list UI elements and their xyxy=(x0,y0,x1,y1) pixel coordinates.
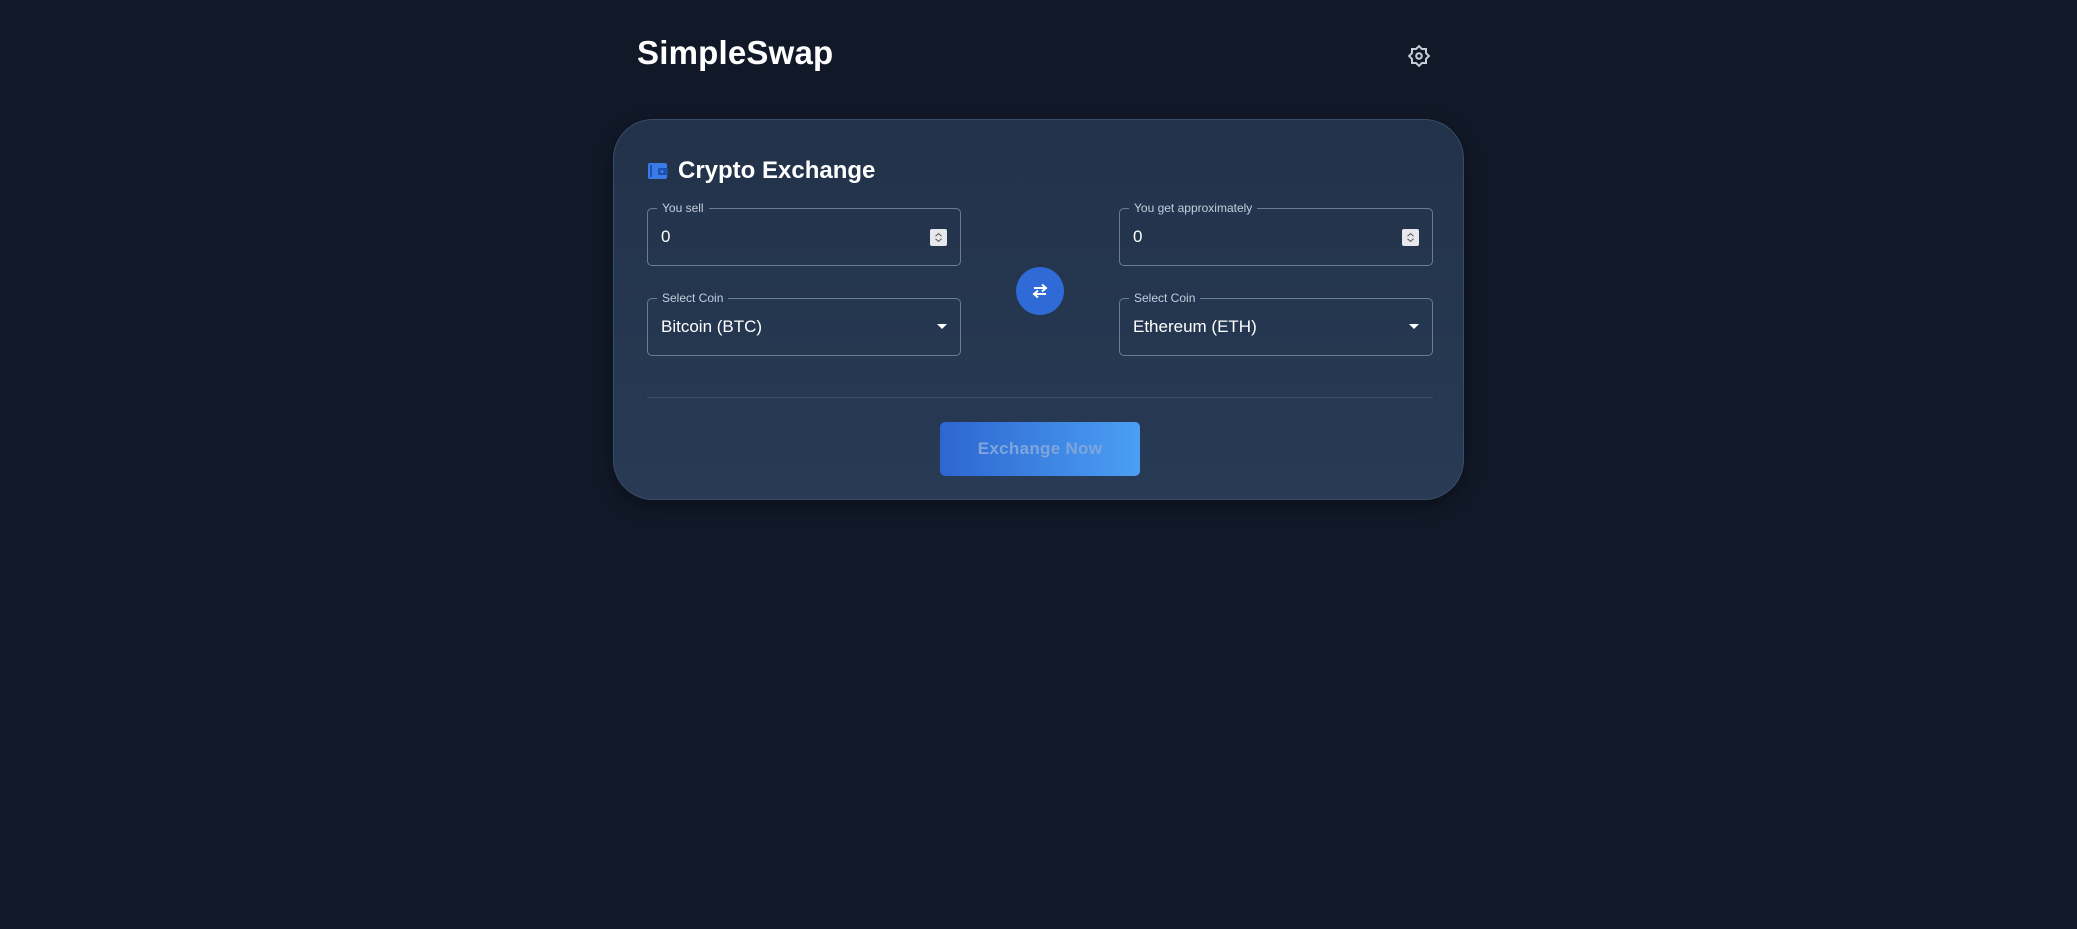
sell-coin-value: Bitcoin (BTC) xyxy=(661,317,763,336)
swap-arrows-icon xyxy=(1032,283,1048,299)
gear-icon xyxy=(1407,44,1431,68)
sell-coin-select[interactable]: Select Coin Bitcoin (BTC) xyxy=(647,291,961,356)
receive-amount-stepper[interactable] xyxy=(1402,229,1419,246)
receive-amount-field[interactable]: You get approximately 0 xyxy=(1119,201,1433,266)
divider xyxy=(647,397,1433,398)
exchange-card: Crypto Exchange You sell 0 Select Coin B… xyxy=(613,119,1464,500)
receive-coin-select[interactable]: Select Coin Ethereum (ETH) xyxy=(1119,291,1433,356)
app-title: SimpleSwap xyxy=(637,34,834,71)
stepper-icon xyxy=(1407,232,1414,243)
wallet-icon xyxy=(647,160,669,182)
exchange-now-button[interactable]: Exchange Now xyxy=(940,422,1140,476)
receive-amount-label: You get approximately xyxy=(1129,201,1258,215)
card-title: Crypto Exchange xyxy=(678,157,876,184)
app-header: SimpleSwap xyxy=(637,30,1433,80)
sell-amount-field[interactable]: You sell 0 xyxy=(647,201,961,266)
card-header: Crypto Exchange xyxy=(647,156,875,186)
swap-button[interactable] xyxy=(1016,267,1064,315)
dropdown-arrow-icon xyxy=(1409,324,1419,329)
receive-amount-value[interactable]: 0 xyxy=(1133,209,1142,265)
receive-coin-value: Ethereum (ETH) xyxy=(1133,317,1257,336)
dropdown-arrow-icon xyxy=(937,324,947,329)
stepper-icon xyxy=(935,232,942,243)
sell-amount-stepper[interactable] xyxy=(930,229,947,246)
settings-button[interactable] xyxy=(1405,42,1433,70)
sell-amount-value[interactable]: 0 xyxy=(661,209,670,265)
